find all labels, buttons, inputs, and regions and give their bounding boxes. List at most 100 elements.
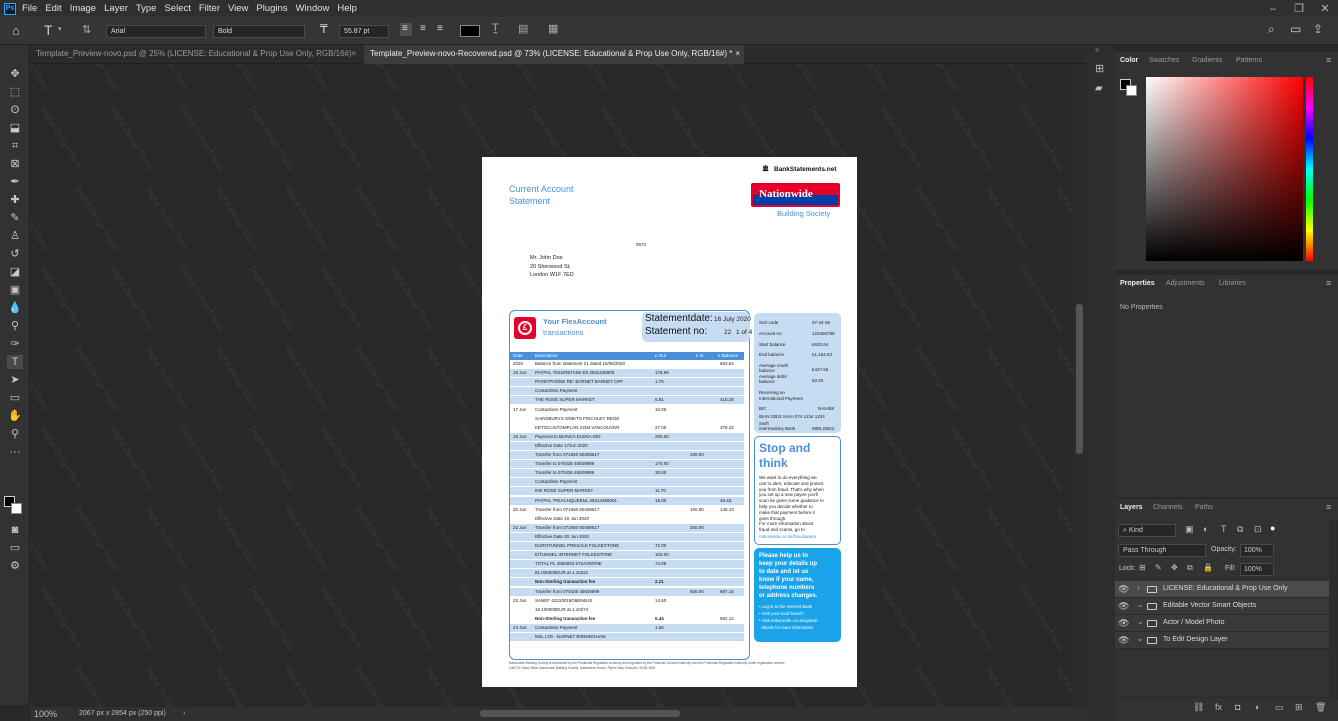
- menu-select[interactable]: Select: [164, 3, 190, 14]
- adjustment-layer-icon[interactable]: ◐: [1255, 702, 1260, 712]
- tab-layers[interactable]: Layers: [1120, 499, 1143, 518]
- lock-artboard-icon[interactable]: ⧉: [1187, 563, 1193, 573]
- layer-design[interactable]: 👁 ⌄ To Edit Design Layer: [1115, 632, 1329, 649]
- menu-type[interactable]: Type: [136, 3, 157, 14]
- fill-input[interactable]: 100%: [1240, 563, 1274, 576]
- menu-image[interactable]: Image: [70, 3, 96, 14]
- gradient-tool-icon[interactable]: ▣: [7, 283, 23, 297]
- collapse-dock-icon[interactable]: «: [1095, 45, 1099, 54]
- close-tab-icon[interactable]: ×: [735, 45, 740, 63]
- menu-filter[interactable]: Filter: [199, 3, 220, 14]
- eyedropper-tool-icon[interactable]: ✒: [7, 175, 23, 189]
- menu-edit[interactable]: Edit: [45, 3, 61, 14]
- expand-chevron-icon[interactable]: ⌄: [1137, 600, 1144, 609]
- tab-properties[interactable]: Properties: [1120, 275, 1155, 294]
- path-selection-icon[interactable]: ➤: [7, 373, 23, 387]
- filter-smart-object-icon[interactable]: ⊡: [1254, 524, 1262, 535]
- menu-window[interactable]: Window: [296, 3, 330, 14]
- align-left-icon[interactable]: ≡: [402, 23, 408, 34]
- quick-mask-icon[interactable]: ◙: [7, 523, 23, 537]
- text-color-swatch[interactable]: [460, 25, 480, 37]
- stop-link[interactable]: nationwide.co.uk/fraudaware: [759, 534, 816, 539]
- frame-tool-icon[interactable]: ⊠: [7, 157, 23, 171]
- font-family-select[interactable]: Arial: [106, 25, 206, 38]
- add-mask-icon[interactable]: ◘: [1235, 702, 1240, 712]
- lock-position-icon[interactable]: ✥: [1171, 563, 1178, 572]
- filter-adjustment-icon[interactable]: ◐: [1203, 524, 1208, 534]
- more-tools-icon[interactable]: ···: [7, 445, 23, 459]
- lock-all-icon[interactable]: 🔒: [1203, 563, 1213, 572]
- opacity-input[interactable]: 100%: [1240, 544, 1274, 557]
- panel-menu-icon[interactable]: ≡: [1326, 278, 1331, 288]
- lock-image-icon[interactable]: ✎: [1155, 563, 1162, 572]
- filter-kind-select[interactable]: ⌕ Kind: [1118, 524, 1176, 537]
- zoom-level[interactable]: 100%: [34, 709, 57, 719]
- panel-menu-icon[interactable]: ≡: [1326, 502, 1331, 512]
- search-icon[interactable]: ⌕: [1268, 22, 1275, 37]
- type-tool-icon[interactable]: T: [44, 22, 53, 38]
- home-icon[interactable]: ⌂: [12, 23, 20, 38]
- type-tool-icon[interactable]: T: [7, 355, 23, 369]
- visibility-eye-icon[interactable]: 👁: [1118, 618, 1129, 629]
- hand-tool-icon[interactable]: ✋: [7, 409, 23, 423]
- menu-layer[interactable]: Layer: [104, 3, 128, 14]
- menu-plugins[interactable]: Plugins: [256, 3, 287, 14]
- tab-paths[interactable]: Paths: [1195, 499, 1213, 518]
- minimize-icon[interactable]: –: [1260, 3, 1286, 15]
- layers-scrollbar[interactable]: [1329, 520, 1338, 700]
- tab-template-preview-recovered[interactable]: Template_Preview-novo-Recovered.psd @ 73…: [364, 45, 744, 64]
- blend-mode-select[interactable]: Pass Through: [1118, 544, 1206, 557]
- link-layers-icon[interactable]: ⛓: [1193, 702, 1204, 713]
- document-info[interactable]: 2067 px x 2854 px (250 ppi): [79, 710, 166, 717]
- clone-stamp-icon[interactable]: ♙: [7, 229, 23, 243]
- align-right-icon[interactable]: ≡: [437, 23, 443, 34]
- vertical-scrollbar[interactable]: [1073, 64, 1086, 707]
- menu-file[interactable]: File: [22, 3, 37, 14]
- tab-libraries[interactable]: Libraries: [1219, 275, 1246, 294]
- healing-brush-icon[interactable]: ✚: [7, 193, 23, 207]
- rectangle-tool-icon[interactable]: ▭: [7, 391, 23, 405]
- share-icon[interactable]: ⇪: [1313, 22, 1323, 36]
- layer-license[interactable]: 👁 › LICENSE: Educational & Prop Use Only: [1115, 581, 1329, 598]
- panel-menu-icon[interactable]: ≡: [1326, 55, 1331, 65]
- tool-preset-chevron-icon[interactable]: ▾: [58, 25, 62, 33]
- tab-adjustments[interactable]: Adjustments: [1166, 275, 1205, 294]
- delete-layer-icon[interactable]: 🗑: [1315, 702, 1326, 713]
- layer-actor-photo[interactable]: 👁 ⌄ Actor / Model Photo: [1115, 615, 1329, 632]
- color-picker-field[interactable]: [1146, 77, 1303, 261]
- lock-transparent-icon[interactable]: ⊞: [1139, 563, 1146, 572]
- close-tab-icon[interactable]: ×: [351, 45, 356, 63]
- crop-tool-icon[interactable]: ⌗: [7, 139, 23, 153]
- expand-chevron-icon[interactable]: ›: [1137, 583, 1140, 592]
- filter-type-icon[interactable]: T: [1221, 524, 1227, 534]
- workspace-icon[interactable]: ▭: [1290, 22, 1301, 36]
- object-select-tool-icon[interactable]: ⬓: [7, 121, 23, 135]
- brush-tool-icon[interactable]: ✎: [7, 211, 23, 225]
- tab-gradients[interactable]: Gradients: [1192, 52, 1222, 71]
- align-center-icon[interactable]: ≡: [420, 23, 426, 34]
- close-window-icon[interactable]: ✕: [1312, 2, 1338, 15]
- tab-channels[interactable]: Channels: [1153, 499, 1183, 518]
- zoom-tool-icon[interactable]: ⚲: [7, 427, 23, 441]
- pen-tool-icon[interactable]: ✑: [7, 337, 23, 351]
- tab-patterns[interactable]: Patterns: [1236, 52, 1262, 71]
- visibility-eye-icon[interactable]: 👁: [1118, 584, 1129, 595]
- visibility-eye-icon[interactable]: 👁: [1118, 635, 1129, 646]
- menu-view[interactable]: View: [228, 3, 248, 14]
- filter-pixel-icon[interactable]: ▣: [1185, 524, 1194, 535]
- filter-shape-icon[interactable]: ⧉: [1237, 524, 1243, 535]
- blur-tool-icon[interactable]: 💧: [7, 301, 23, 315]
- history-brush-icon[interactable]: ↺: [7, 247, 23, 261]
- warp-text-icon[interactable]: T̰: [492, 22, 499, 34]
- eraser-tool-icon[interactable]: ◪: [7, 265, 23, 279]
- status-chevron-icon[interactable]: ›: [183, 710, 185, 717]
- tab-template-preview[interactable]: Template_Preview-novo.psd @ 25% (LICENSE…: [30, 45, 360, 64]
- character-panel-icon[interactable]: ▤: [518, 22, 528, 35]
- screen-mode-icon[interactable]: ▭: [7, 541, 23, 555]
- font-style-select[interactable]: Bold: [213, 25, 305, 38]
- font-size-input[interactable]: 55.87 pt: [339, 25, 389, 38]
- expand-chevron-icon[interactable]: ⌄: [1137, 634, 1144, 643]
- lasso-tool-icon[interactable]: ʘ: [7, 103, 23, 117]
- tab-swatches[interactable]: Swatches: [1149, 52, 1179, 71]
- visibility-eye-icon[interactable]: 👁: [1118, 601, 1129, 612]
